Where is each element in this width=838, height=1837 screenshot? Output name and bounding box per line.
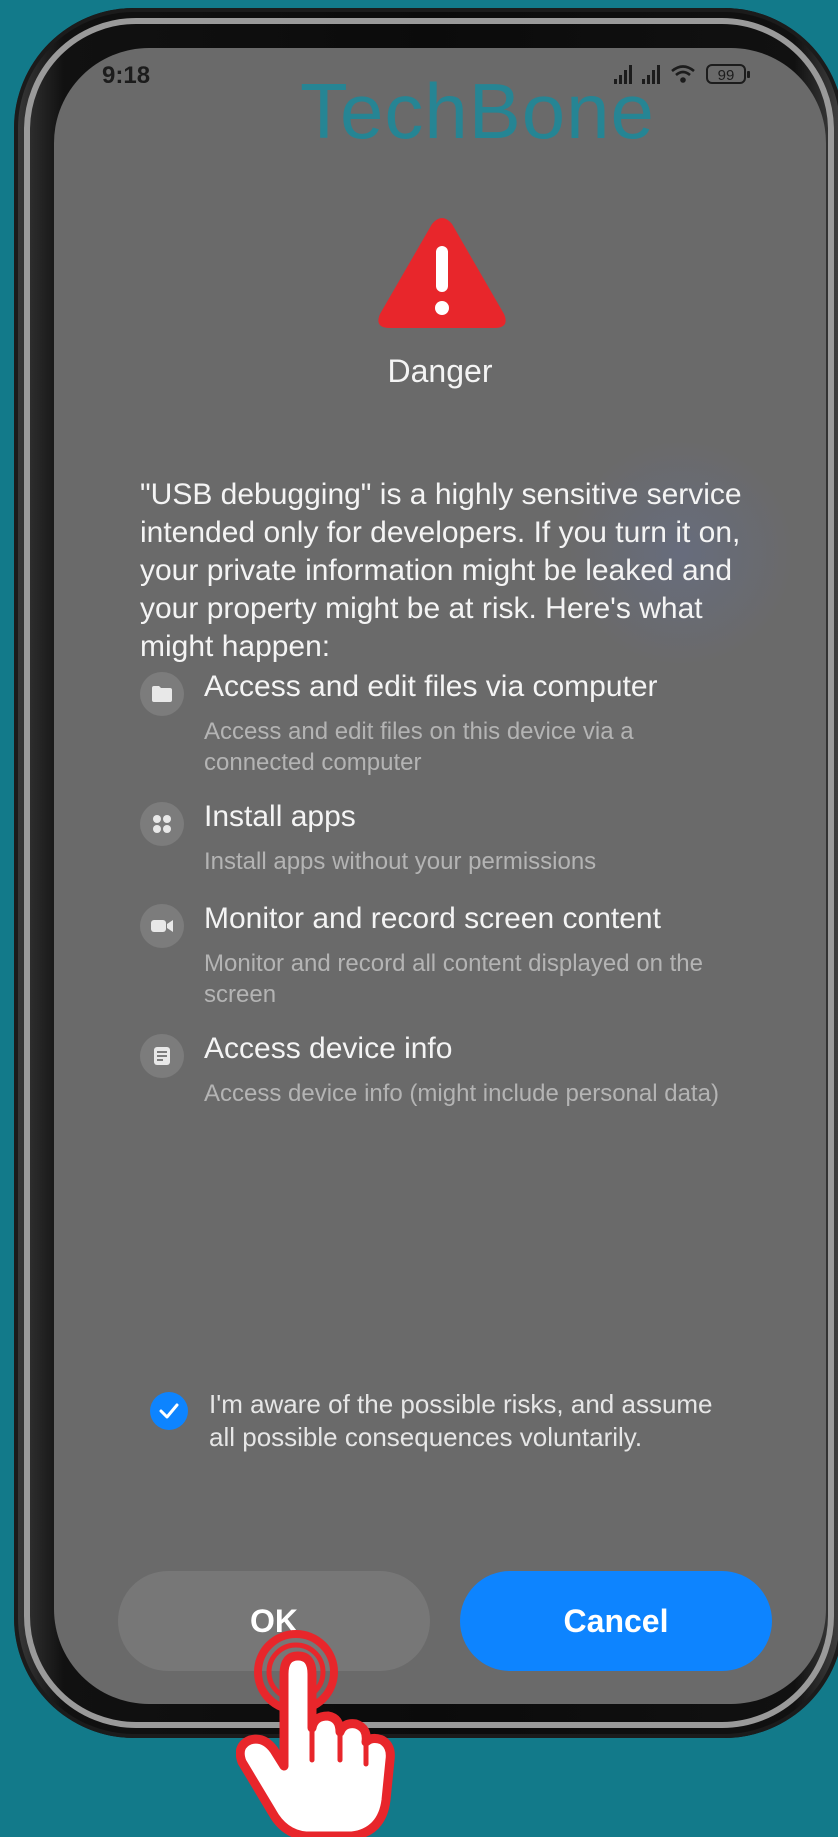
- acknowledge-checkbox[interactable]: [150, 1392, 188, 1430]
- device-info-icon: [140, 1034, 184, 1078]
- permission-subtitle: Access device info (might include person…: [204, 1080, 719, 1107]
- permission-subtitle: Access and edit files on this device via…: [204, 718, 634, 776]
- battery-icon: 99: [706, 64, 750, 84]
- stage: 9:18 99 TechBone Danger "USB debugging" …: [0, 0, 838, 1837]
- apps-icon: [140, 802, 184, 846]
- dialog-title: Danger: [387, 353, 493, 389]
- watermark-logo: TechBone: [300, 67, 655, 155]
- tap-hand-icon: [236, 1630, 395, 1837]
- cancel-button[interactable]: Cancel: [460, 1571, 772, 1671]
- dialog-description: "USB debugging" is a highly sensitive se…: [140, 478, 742, 663]
- warning-icon: [378, 218, 506, 328]
- acknowledge-text[interactable]: I'm aware of the possible risks, and ass…: [209, 1388, 729, 1454]
- permission-subtitle: Monitor and record all content displayed…: [204, 950, 703, 1008]
- folder-icon: [140, 672, 184, 716]
- wifi-icon: [671, 65, 695, 83]
- camera-icon: [140, 904, 184, 948]
- permission-title: Monitor and record screen content: [204, 902, 661, 935]
- permission-title: Install apps: [204, 800, 356, 833]
- check-icon: [159, 1403, 179, 1419]
- screen: 9:18 99 TechBone Danger "USB debugging" …: [54, 48, 826, 1704]
- phone-frame: 9:18 99 TechBone Danger "USB debugging" …: [14, 8, 838, 1738]
- permission-title: Access and edit files via computer: [204, 670, 658, 703]
- permission-subtitle: Install apps without your permissions: [204, 848, 597, 875]
- permission-title: Access device info: [204, 1032, 453, 1065]
- status-time: 9:18: [102, 62, 151, 89]
